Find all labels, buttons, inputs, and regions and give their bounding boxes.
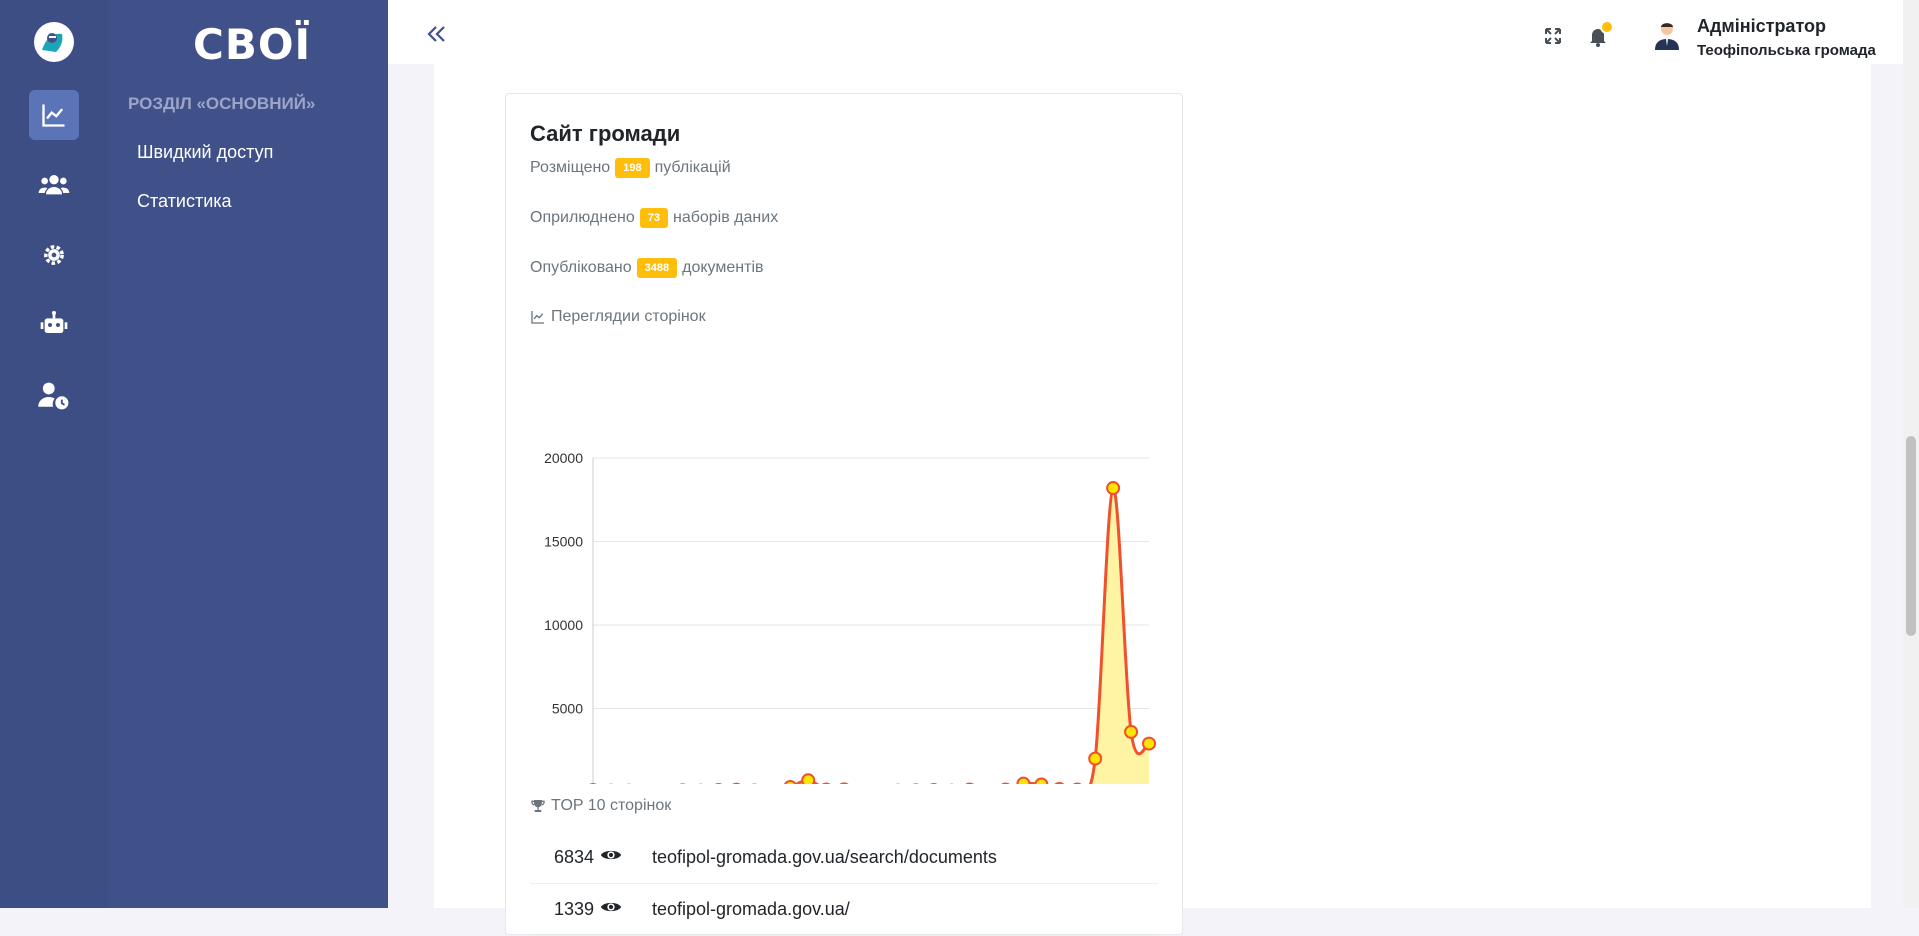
card-title: Сайт громади [530,121,680,147]
chart-line-icon [530,309,546,325]
users-icon [38,169,70,201]
series-area [593,488,1149,784]
data-point [1143,738,1155,750]
data-point [1000,783,1012,784]
data-point [784,781,796,784]
top-pages-heading: TOP 10 сторінок [530,797,671,815]
stat-datasets: Оприлюднено 73 наборів даних [530,208,778,228]
fullscreen-icon [1544,27,1562,45]
y-tick-label: 5000 [552,701,583,717]
stat-documents: Опубліковано 3488 документів [530,258,764,278]
stat-publications: Розміщено 198 публікацій [530,158,731,178]
avatar[interactable] [1654,20,1680,55]
stat-badge: 73 [640,208,668,228]
stat-label: документів [682,259,763,277]
list-item[interactable]: 6834 teofipol-gromada.gov.ua/search/docu… [530,831,1158,884]
data-point [1053,783,1065,784]
user-avatar-icon [1654,20,1680,50]
icon-bar [0,0,108,908]
fullscreen-button[interactable] [1544,27,1562,50]
data-point [838,783,850,784]
notification-dot [1600,20,1614,34]
sidebar: СВОЇ РОЗДІЛ «ОСНОВНИЙ» Швидкий доступ Ст… [108,0,388,908]
view-count: 1339 [530,899,594,920]
scrollbar-thumb[interactable] [1906,436,1916,636]
brand-logo[interactable]: СВОЇ [193,20,311,69]
top-bar: Адміністратор Теофіпольська громада [388,0,1919,65]
eye-icon [600,899,624,920]
page-link[interactable]: teofipol-gromada.gov.ua/ [652,899,850,920]
collapse-sidebar-button[interactable] [424,22,448,46]
data-point [802,774,814,784]
sidebar-item-statistics[interactable]: Статистика [137,191,232,212]
data-point [1071,783,1083,784]
data-point [1125,726,1137,738]
user-name[interactable]: Адміністратор [1697,16,1826,37]
top-pages-heading-label: TOP 10 сторінок [551,797,671,815]
user-organization: Теофіпольська громада [1697,42,1876,59]
stat-badge: 3488 [637,258,677,278]
user-clock-icon [37,379,71,411]
stat-label: наборів даних [673,209,778,227]
app-logo[interactable] [34,22,74,62]
data-point [1089,753,1101,765]
sidebar-item-quick-access[interactable]: Швидкий доступ [137,142,273,163]
chart-line-icon [40,101,68,129]
content-panel: Сайт громади Розміщено 198 публікацій Оп… [434,64,1871,908]
nav-statistics-icon[interactable] [29,90,79,140]
stat-badge: 198 [615,158,649,178]
robot-icon [38,309,70,341]
nav-settings-icon[interactable] [29,230,79,280]
double-chevron-left-icon [424,22,448,46]
data-point [1107,482,1119,494]
page-link[interactable]: teofipol-gromada.gov.ua/search/documents [652,847,997,868]
data-point [1035,778,1047,784]
stat-label: Опубліковано [530,259,632,277]
gear-icon [40,241,68,269]
y-tick-label: 15000 [544,534,583,550]
list-item[interactable]: 1339 teofipol-gromada.gov.ua/ [530,883,1158,936]
logo-icon [34,22,74,62]
nav-robot-icon[interactable] [29,300,79,350]
main-content: Сайт громади Розміщено 198 публікацій Оп… [388,64,1919,908]
data-point [820,783,832,784]
trophy-icon [530,798,546,814]
page-views-chart: 050001000015000200002026-02-272026-03-04… [506,344,1166,784]
notifications-button[interactable] [1587,25,1609,52]
data-point [1017,778,1029,784]
stat-label: Розміщено [530,159,610,177]
scrollbar[interactable] [1903,0,1919,908]
stat-label: Оприлюднено [530,209,635,227]
y-tick-label: 20000 [544,450,583,466]
site-stats-card: Сайт громади Розміщено 198 публікацій Оп… [505,93,1183,935]
y-tick-label: 10000 [544,617,583,633]
chart-heading: Переглядии сторінок [530,308,706,326]
eye-icon [600,847,624,868]
stat-label: публікацій [655,159,731,177]
nav-users-icon[interactable] [29,160,79,210]
sidebar-section-title: РОЗДІЛ «ОСНОВНИЙ» [128,94,315,114]
chart-heading-label: Переглядии сторінок [551,308,706,326]
nav-user-clock-icon[interactable] [29,370,79,420]
view-count: 6834 [530,847,594,868]
series-line [593,488,1149,784]
data-point [964,783,976,784]
